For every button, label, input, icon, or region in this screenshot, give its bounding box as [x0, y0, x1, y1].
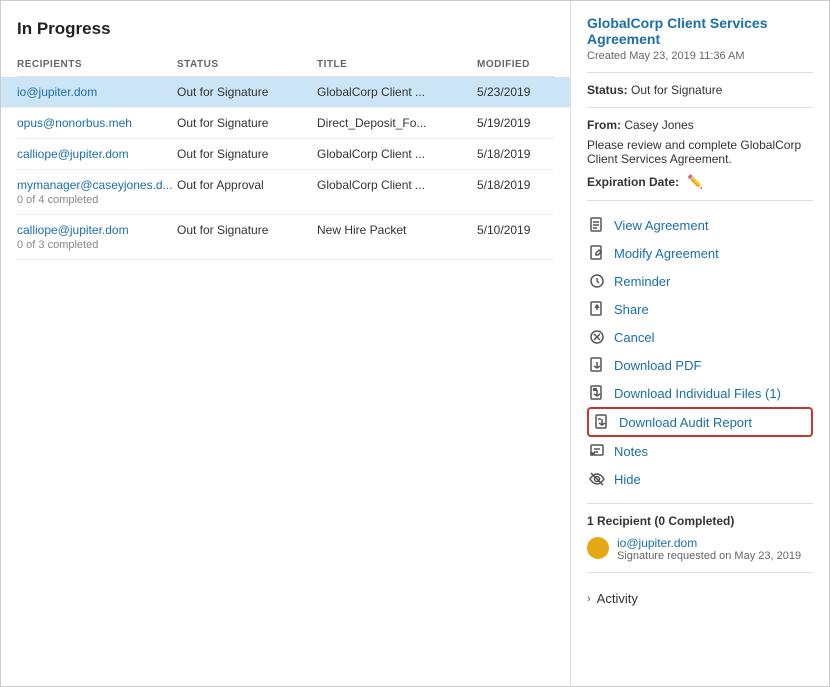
- action-view-agreement[interactable]: View Agreement: [587, 211, 813, 239]
- action-reminder[interactable]: Reminder: [587, 267, 813, 295]
- detail-created: Created May 23, 2019 11:36 AM: [587, 50, 813, 62]
- cell-title: Direct_Deposit_Fo...: [317, 116, 477, 130]
- action-notes[interactable]: Notes: [587, 437, 813, 465]
- action-share[interactable]: Share: [587, 295, 813, 323]
- detail-message: Please review and complete GlobalCorp Cl…: [587, 138, 813, 166]
- cell-title: New Hire Packet: [317, 223, 477, 237]
- left-panel: In Progress RECIPIENTS STATUS TITLE MODI…: [1, 1, 571, 686]
- col-header-recipients: RECIPIENTS: [17, 59, 177, 70]
- action-modify-agreement[interactable]: Modify Agreement: [587, 239, 813, 267]
- right-panel: GlobalCorp Client Services Agreement Cre…: [571, 1, 829, 686]
- cell-status: Out for Signature: [177, 85, 317, 99]
- view-agreement-label: View Agreement: [614, 218, 708, 233]
- recipients-section: 1 Recipient (0 Completed) io@jupiter.dom…: [587, 514, 813, 562]
- expiration-row: Expiration Date: ✏️: [587, 174, 813, 190]
- download-individual-files-label: Download Individual Files (1): [614, 386, 781, 401]
- cell-status: Out for Approval: [177, 178, 317, 192]
- table-row[interactable]: io@jupiter.domOut for SignatureGlobalCor…: [1, 77, 570, 108]
- table-row[interactable]: mymanager@caseyjones.d...0 of 4 complete…: [17, 170, 554, 215]
- cell-title: GlobalCorp Client ...: [317, 85, 477, 99]
- divider-1: [587, 72, 813, 73]
- divider-4: [587, 503, 813, 504]
- view-agreement-icon: [589, 217, 605, 233]
- cell-recipient: calliope@jupiter.dom: [17, 147, 177, 161]
- recipient-row: io@jupiter.domSignature requested on May…: [587, 536, 813, 562]
- recipient-email[interactable]: io@jupiter.dom: [617, 536, 801, 550]
- cell-modified: 5/23/2019: [477, 85, 571, 99]
- cell-status: Out for Signature: [177, 147, 317, 161]
- cell-status: Out for Signature: [177, 116, 317, 130]
- modify-agreement-icon: [589, 245, 605, 261]
- cancel-label: Cancel: [614, 330, 654, 345]
- cell-modified: 5/10/2019: [477, 223, 571, 237]
- download-audit-report-label: Download Audit Report: [619, 415, 752, 430]
- cell-status: Out for Signature: [177, 223, 317, 237]
- col-header-title: TITLE: [317, 59, 477, 70]
- notes-label: Notes: [614, 444, 648, 459]
- status-label: Status:: [587, 83, 628, 97]
- divider-2: [587, 107, 813, 108]
- status-value: Out for Signature: [631, 83, 722, 97]
- col-header-status: STATUS: [177, 59, 317, 70]
- share-icon: [589, 301, 605, 317]
- cell-recipient: io@jupiter.dom: [17, 85, 177, 99]
- expiration-edit-icon[interactable]: ✏️: [687, 174, 703, 190]
- table-header: RECIPIENTS STATUS TITLE MODIFIED: [17, 55, 554, 77]
- cell-recipient: calliope@jupiter.dom0 of 3 completed: [17, 223, 177, 251]
- action-download-audit-report[interactable]: Download Audit Report: [587, 407, 813, 437]
- cell-recipient: opus@nonorbus.meh: [17, 116, 177, 130]
- cell-recipient: mymanager@caseyjones.d...0 of 4 complete…: [17, 178, 177, 206]
- cell-modified: 5/18/2019: [477, 147, 571, 161]
- recipients-title: 1 Recipient (0 Completed): [587, 514, 813, 528]
- download-pdf-icon: [589, 357, 605, 373]
- download-audit-report-icon: [594, 414, 610, 430]
- activity-label: Activity: [597, 591, 638, 606]
- from-value: Casey Jones: [624, 118, 693, 132]
- table-body: io@jupiter.domOut for SignatureGlobalCor…: [17, 77, 554, 260]
- detail-from: From: Casey Jones: [587, 118, 813, 132]
- divider-3: [587, 200, 813, 201]
- activity-row[interactable]: › Activity: [587, 583, 813, 610]
- recipient-sub: Signature requested on May 23, 2019: [617, 550, 801, 562]
- cell-title: GlobalCorp Client ...: [317, 178, 477, 192]
- reminder-label: Reminder: [614, 274, 670, 289]
- chevron-right-icon: ›: [587, 593, 591, 605]
- cancel-icon: [589, 329, 605, 345]
- modify-agreement-label: Modify Agreement: [614, 246, 719, 261]
- action-download-individual-files[interactable]: Download Individual Files (1): [587, 379, 813, 407]
- expiration-label: Expiration Date:: [587, 175, 679, 189]
- notes-icon: [589, 443, 605, 459]
- col-header-modified: MODIFIED: [477, 59, 571, 70]
- hide-icon: [589, 471, 605, 487]
- recipients-list: io@jupiter.domSignature requested on May…: [587, 536, 813, 562]
- reminder-icon: [589, 273, 605, 289]
- download-individual-files-icon: [589, 385, 605, 401]
- table-row[interactable]: calliope@jupiter.dom0 of 3 completedOut …: [17, 215, 554, 260]
- action-cancel[interactable]: Cancel: [587, 323, 813, 351]
- avatar: [587, 537, 609, 559]
- divider-5: [587, 572, 813, 573]
- action-hide[interactable]: Hide: [587, 465, 813, 493]
- detail-status: Status: Out for Signature: [587, 83, 813, 97]
- hide-label: Hide: [614, 472, 641, 487]
- from-label: From:: [587, 118, 621, 132]
- cell-title: GlobalCorp Client ...: [317, 147, 477, 161]
- cell-modified: 5/18/2019: [477, 178, 571, 192]
- action-list: View Agreement Modify Agreement Reminder Sh…: [587, 211, 813, 493]
- page-title: In Progress: [17, 19, 554, 39]
- cell-sublabel: 0 of 4 completed: [17, 194, 177, 206]
- cell-sublabel: 0 of 3 completed: [17, 239, 177, 251]
- action-download-pdf[interactable]: Download PDF: [587, 351, 813, 379]
- cell-modified: 5/19/2019: [477, 116, 571, 130]
- table-row[interactable]: opus@nonorbus.mehOut for SignatureDirect…: [17, 108, 554, 139]
- recipient-info: io@jupiter.domSignature requested on May…: [617, 536, 801, 562]
- share-label: Share: [614, 302, 649, 317]
- table-row[interactable]: calliope@jupiter.domOut for SignatureGlo…: [17, 139, 554, 170]
- detail-title: GlobalCorp Client Services Agreement: [587, 15, 813, 47]
- download-pdf-label: Download PDF: [614, 358, 701, 373]
